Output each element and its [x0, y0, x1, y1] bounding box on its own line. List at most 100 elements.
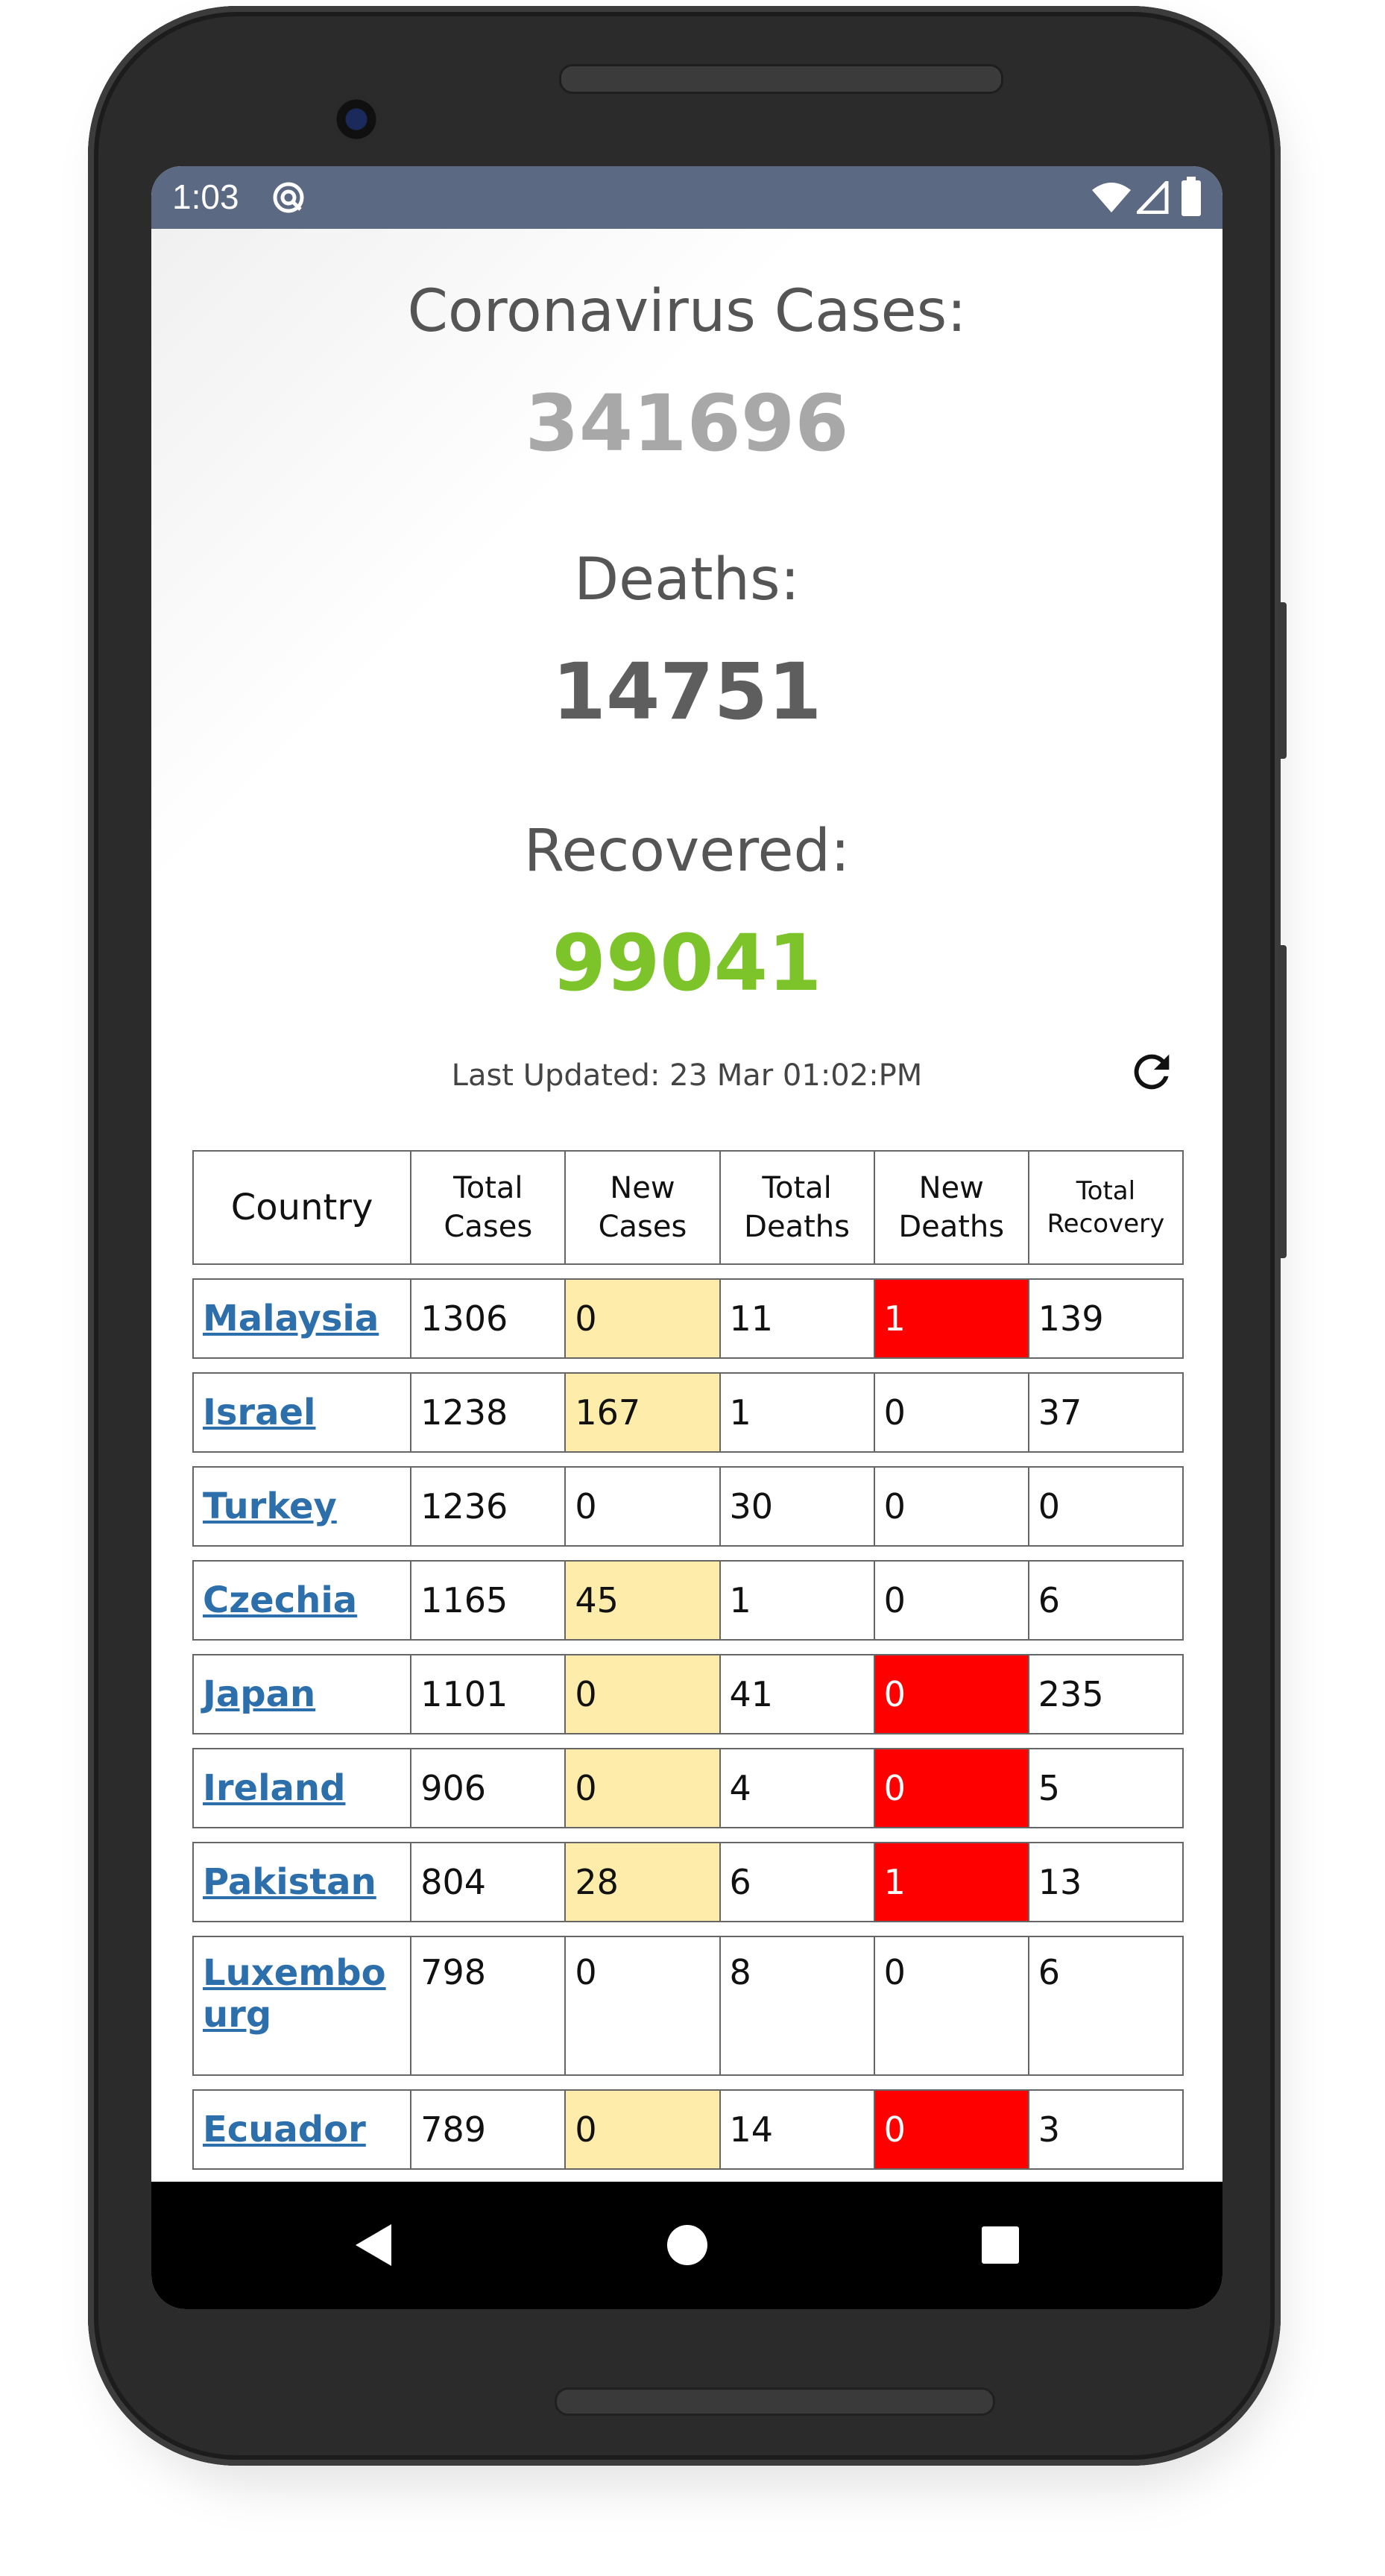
status-time: 1:03 [172, 177, 239, 216]
new-cases-cell: 0 [566, 1936, 721, 2076]
total-recovery-cell: 13 [1029, 1842, 1184, 1922]
total-recovery-cell: 6 [1029, 1560, 1184, 1641]
earpiece-speaker [559, 64, 1003, 94]
status-bar: 1:03 [151, 166, 1222, 229]
country-link-line2: urg [203, 1994, 272, 2036]
total-deaths-cell: 8 [720, 1936, 875, 2076]
total-deaths-cell: 1 [720, 1372, 875, 1453]
header-country-label: Country [230, 1186, 373, 1228]
country-link[interactable]: Czechia [203, 1579, 357, 1621]
app-notification-icon [273, 182, 304, 213]
header-total-recovery-line2: Recovery [1047, 1209, 1165, 1239]
country-cell: Ecuador [192, 2089, 412, 2170]
total-recovery-cell: 6 [1029, 1936, 1184, 2076]
volume-button [1278, 945, 1287, 1258]
table-row: Czechia 1165 45 1 0 6 [192, 1560, 1184, 1641]
new-cases-cell: 28 [566, 1842, 721, 1922]
total-recovery-cell: 0 [1029, 1466, 1184, 1547]
header-total-cases: Total Cases [411, 1150, 567, 1265]
country-cell: Japan [192, 1654, 412, 1734]
country-link[interactable]: Ecuador [203, 2109, 366, 2150]
recovered-value: 99041 [552, 918, 822, 1008]
new-cases-cell: 0 [566, 1654, 721, 1734]
total-cases-cell: 1306 [411, 1278, 567, 1359]
table-row: Pakistan 804 28 6 1 13 [192, 1842, 1184, 1922]
total-cases-cell: 1236 [411, 1466, 567, 1547]
new-cases-cell: 45 [566, 1560, 721, 1641]
country-stats-table: Country Total Cases New Cases Total Deaths … [192, 1137, 1184, 2182]
header-total-deaths-line2: Deaths [744, 1210, 850, 1244]
country-cell: Pakistan [192, 1842, 412, 1922]
total-deaths-cell: 11 [720, 1278, 875, 1359]
new-deaths-cell: 1 [874, 1842, 1029, 1922]
new-cases-cell: 0 [566, 2089, 721, 2170]
total-deaths-cell: 4 [720, 1748, 875, 1828]
header-total-cases-line1: Total [453, 1171, 523, 1205]
header-total-recovery-line1: Total [1076, 1175, 1136, 1206]
new-cases-cell: 167 [566, 1372, 721, 1453]
table-row: Turkey 1236 0 30 0 0 [192, 1466, 1184, 1547]
total-cases-cell: 798 [411, 1936, 567, 2076]
last-updated-text: Last Updated: 23 Mar 01:02:PM [451, 1058, 923, 1093]
country-cell: Czechia [192, 1560, 412, 1641]
header-total-deaths-line1: Total [762, 1171, 832, 1205]
wifi-icon [1092, 183, 1131, 212]
country-cell: Luxembo urg [192, 1936, 412, 2076]
table-row: Japan 1101 0 41 0 235 [192, 1654, 1184, 1734]
back-icon[interactable] [353, 2223, 393, 2267]
country-cell: Turkey [192, 1466, 412, 1547]
new-deaths-cell: 0 [874, 1466, 1029, 1547]
new-deaths-cell: 0 [874, 1748, 1029, 1828]
country-link[interactable]: Luxembo urg [203, 1952, 386, 2036]
header-total-cases-line2: Cases [444, 1210, 533, 1244]
country-link[interactable]: Turkey [203, 1486, 337, 1527]
header-new-cases-line2: Cases [598, 1210, 687, 1244]
total-recovery-cell: 5 [1029, 1748, 1184, 1828]
header-new-deaths-line2: Deaths [898, 1210, 1005, 1244]
header-total-deaths: Total Deaths [720, 1150, 875, 1265]
country-link[interactable]: Japan [203, 1673, 315, 1715]
total-recovery-cell: 37 [1029, 1372, 1184, 1453]
total-cases-cell: 1165 [411, 1560, 567, 1641]
power-button [1278, 602, 1287, 759]
deaths-value: 14751 [552, 646, 822, 737]
screen: 1:03 Coronavirus Cases: 341696 Deaths: 1… [151, 166, 1222, 2309]
main-content: Coronavirus Cases: 341696 Deaths: 14751 … [151, 229, 1222, 2182]
total-cases-cell: 789 [411, 2089, 567, 2170]
total-cases-cell: 1101 [411, 1654, 567, 1734]
table-row: Ireland 906 0 4 0 5 [192, 1748, 1184, 1828]
signal-icon [1137, 181, 1169, 214]
recents-icon[interactable] [980, 2225, 1020, 2265]
deaths-label: Deaths: [574, 546, 800, 613]
new-cases-cell: 0 [566, 1466, 721, 1547]
bottom-speaker [555, 2387, 995, 2416]
total-deaths-cell: 30 [720, 1466, 875, 1547]
header-total-recovery: Total Recovery [1029, 1150, 1184, 1265]
new-deaths-cell: 0 [874, 1560, 1029, 1641]
country-link[interactable]: Israel [203, 1392, 316, 1433]
total-recovery-cell: 235 [1029, 1654, 1184, 1734]
total-deaths-cell: 14 [720, 2089, 875, 2170]
header-new-cases: New Cases [566, 1150, 721, 1265]
total-cases-cell: 804 [411, 1842, 567, 1922]
table-row: Malaysia 1306 0 11 1 139 [192, 1278, 1184, 1359]
home-icon[interactable] [666, 2223, 709, 2267]
total-cases-cell: 1238 [411, 1372, 567, 1453]
new-cases-cell: 0 [566, 1748, 721, 1828]
new-deaths-cell: 1 [874, 1278, 1029, 1359]
header-new-deaths: New Deaths [874, 1150, 1029, 1265]
front-camera [332, 95, 380, 143]
table-header-row: Country Total Cases New Cases Total Deaths … [192, 1150, 1184, 1265]
cases-label: Coronavirus Cases: [407, 278, 967, 345]
refresh-icon[interactable] [1126, 1046, 1178, 1098]
country-cell: Israel [192, 1372, 412, 1453]
country-link[interactable]: Malaysia [203, 1298, 379, 1339]
country-link[interactable]: Pakistan [203, 1861, 376, 1903]
table-row: Israel 1238 167 1 0 37 [192, 1372, 1184, 1453]
total-recovery-cell: 139 [1029, 1278, 1184, 1359]
header-new-deaths-line1: New [918, 1171, 984, 1205]
recovered-label: Recovered: [523, 818, 851, 885]
country-link[interactable]: Ireland [203, 1767, 345, 1809]
new-cases-cell: 0 [566, 1278, 721, 1359]
total-deaths-cell: 41 [720, 1654, 875, 1734]
